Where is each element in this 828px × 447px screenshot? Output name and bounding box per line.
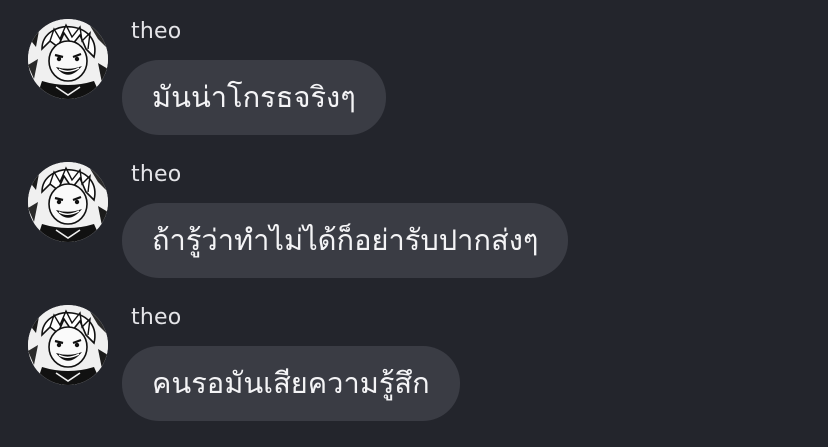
sender-name[interactable]: theo: [131, 164, 181, 186]
message-text: มันน่าโกรธจริงๆ: [152, 80, 356, 114]
message-bubble[interactable]: ถ้ารู้ว่าทำไม่ได้ก็อย่ารับปากส่งๆ: [122, 203, 569, 278]
message-text: คนรอมันเสียความรู้สึก: [152, 366, 430, 400]
message-bubble[interactable]: คนรอมันเสียความรู้สึก: [122, 346, 460, 421]
avatar[interactable]: [28, 162, 108, 242]
sender-name[interactable]: theo: [131, 307, 181, 329]
chat-message: theo มันน่าโกรธจริงๆ: [0, 0, 828, 140]
manga-character-avatar-icon: [28, 19, 108, 99]
avatar[interactable]: [28, 305, 108, 385]
manga-character-avatar-icon: [28, 162, 108, 242]
chat-message: theo ถ้ารู้ว่าทำไม่ได้ก็อย่ารับปากส่งๆ: [0, 143, 828, 283]
message-text: ถ้ารู้ว่าทำไม่ได้ก็อย่ารับปากส่งๆ: [152, 223, 539, 257]
sender-name[interactable]: theo: [131, 21, 181, 43]
chat-message: theo คนรอมันเสียความรู้สึก: [0, 286, 828, 426]
message-bubble[interactable]: มันน่าโกรธจริงๆ: [122, 60, 386, 135]
avatar[interactable]: [28, 19, 108, 99]
manga-character-avatar-icon: [28, 305, 108, 385]
